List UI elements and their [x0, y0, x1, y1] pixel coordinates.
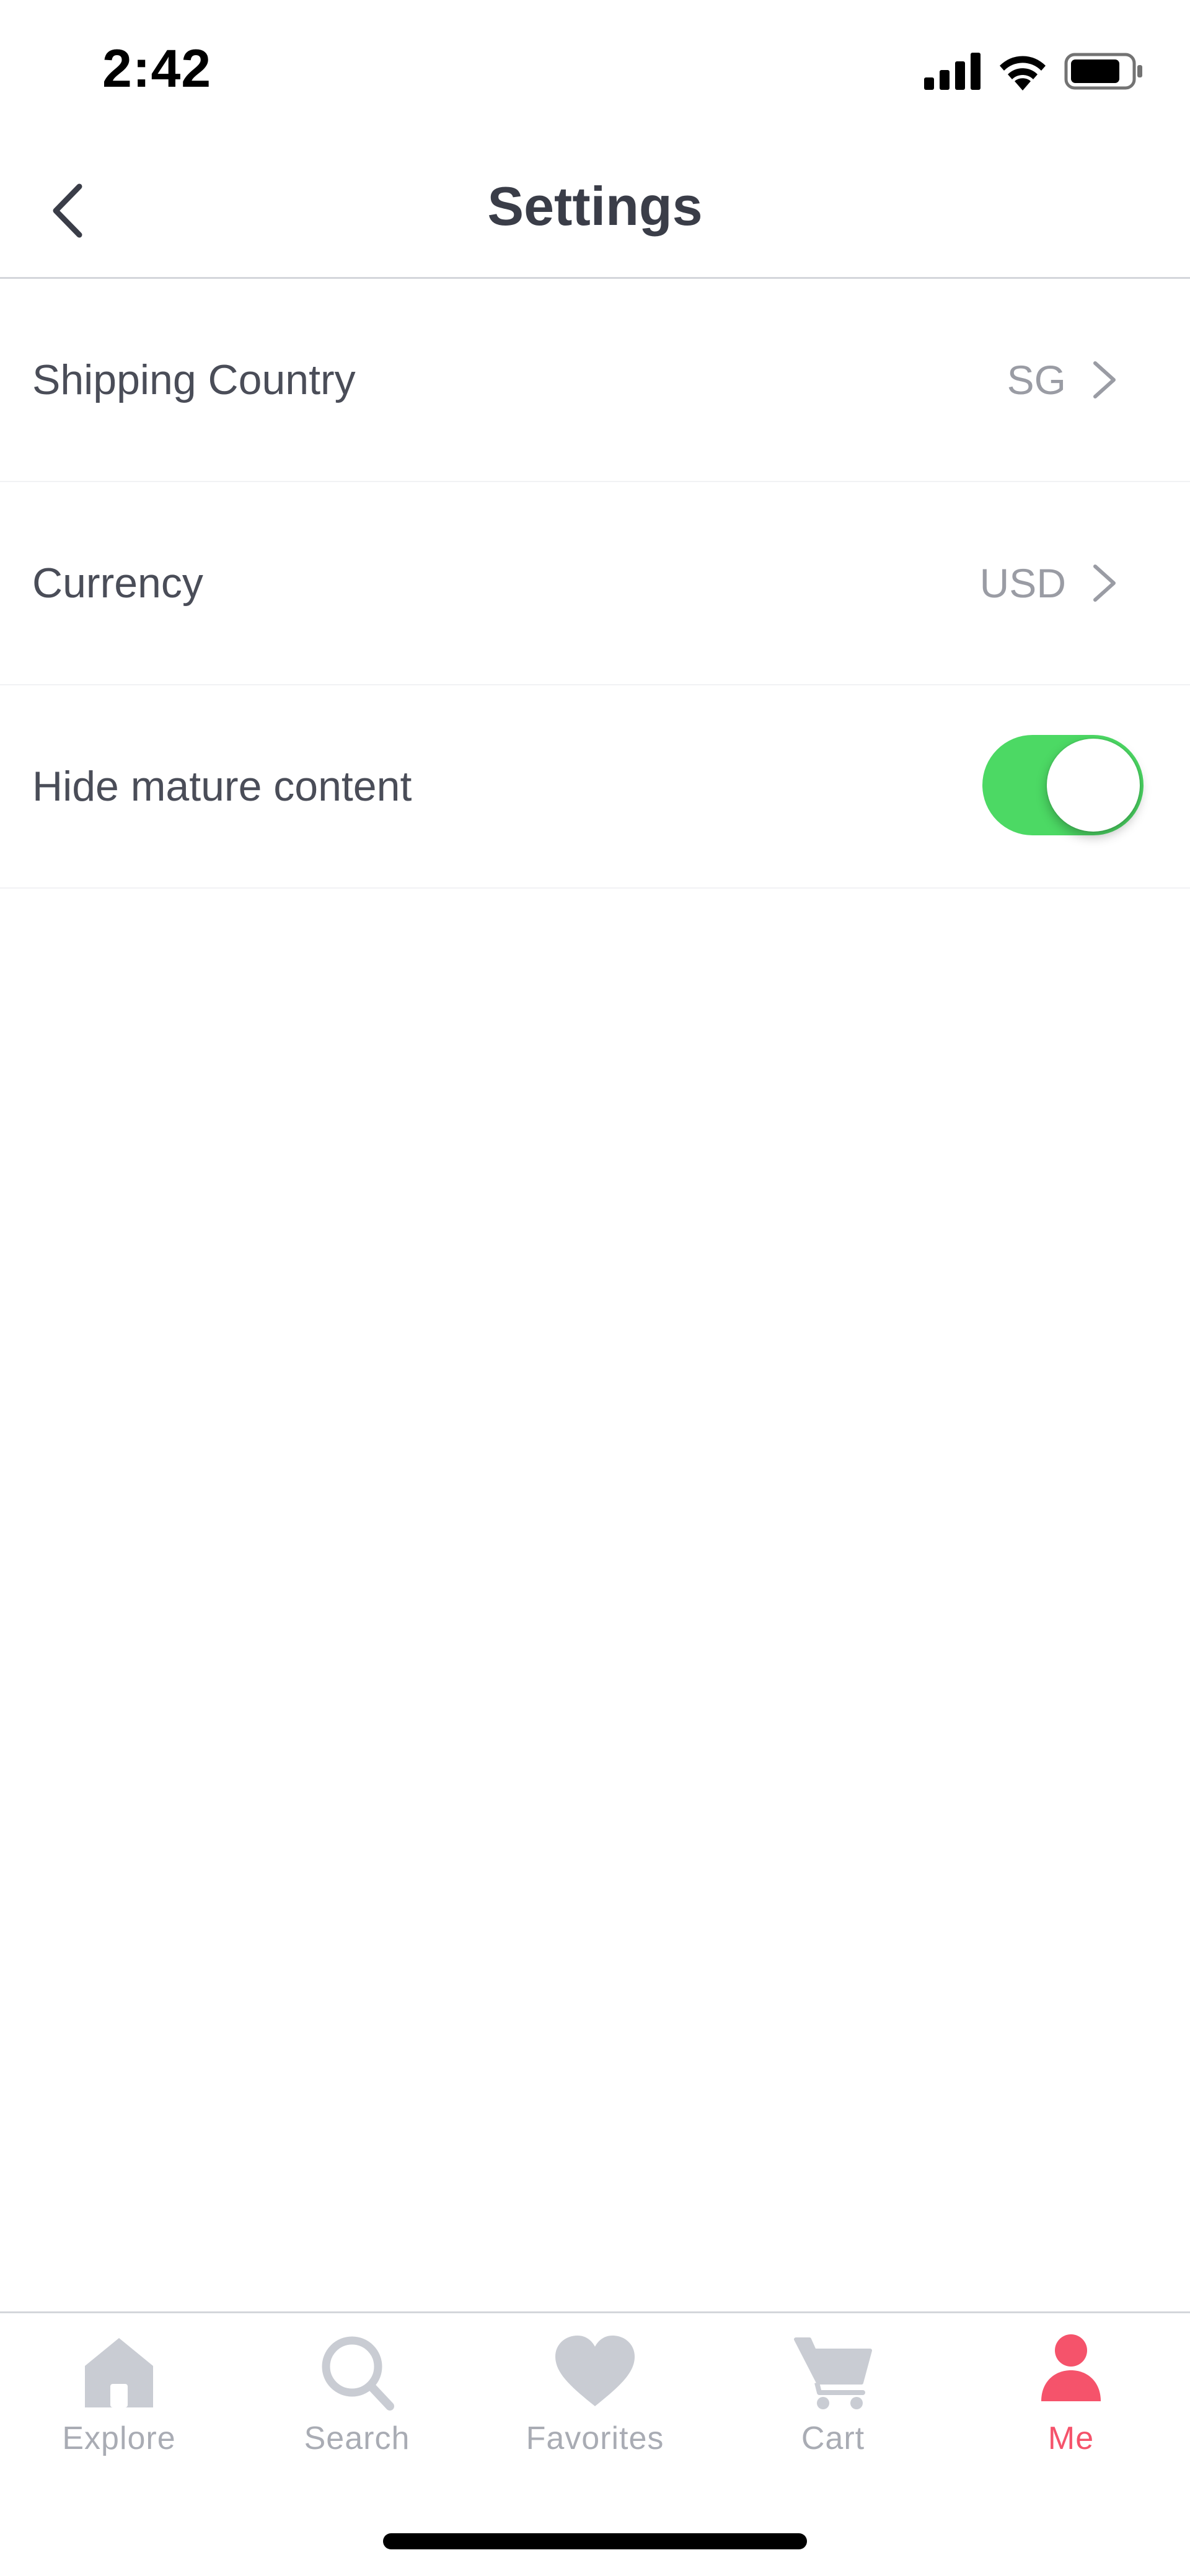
- settings-row-label: Currency: [32, 560, 203, 607]
- page-title: Settings: [487, 175, 703, 237]
- tab-label: Favorites: [526, 2420, 664, 2456]
- search-icon: [322, 2336, 394, 2411]
- settings-list: Shipping Country SG Currency USD Hide ma…: [0, 279, 1190, 889]
- cellular-signal-icon: [924, 53, 981, 90]
- settings-row-label: Hide mature content: [32, 763, 412, 810]
- tab-explore[interactable]: Explore: [0, 2332, 238, 2474]
- tab-me[interactable]: Me: [952, 2332, 1190, 2474]
- chevron-right-icon: [1093, 565, 1116, 602]
- settings-row-hide-mature-content: Hide mature content: [0, 685, 1190, 889]
- hide-mature-content-toggle[interactable]: [982, 735, 1144, 835]
- status-icons: [924, 50, 1144, 93]
- tab-label: Cart: [801, 2420, 865, 2456]
- status-time: 2:42: [102, 39, 212, 99]
- settings-row-currency[interactable]: Currency USD: [0, 482, 1190, 685]
- tab-label: Me: [1047, 2420, 1095, 2456]
- navigation-bar: Settings: [0, 143, 1190, 279]
- tab-favorites[interactable]: Favorites: [476, 2332, 714, 2474]
- tab-label: Search: [304, 2420, 410, 2456]
- wifi-icon: [1000, 56, 1046, 90]
- chevron-right-icon: [1093, 361, 1116, 398]
- cart-icon: [794, 2337, 872, 2409]
- tab-search[interactable]: Search: [238, 2332, 476, 2474]
- home-indicator: [383, 2533, 807, 2549]
- toggle-knob: [1047, 739, 1140, 832]
- settings-row-label: Shipping Country: [32, 356, 356, 403]
- person-icon: [1041, 2334, 1101, 2401]
- battery-icon: [1064, 53, 1142, 90]
- settings-row-shipping-country[interactable]: Shipping Country SG: [0, 279, 1190, 482]
- status-bar: 2:42: [0, 0, 1190, 143]
- home-icon: [85, 2338, 153, 2407]
- heart-icon: [555, 2336, 635, 2406]
- shipping-country-value: SG: [1007, 357, 1066, 403]
- currency-value: USD: [979, 560, 1066, 606]
- tab-cart[interactable]: Cart: [714, 2332, 952, 2474]
- tab-label: Explore: [62, 2420, 176, 2456]
